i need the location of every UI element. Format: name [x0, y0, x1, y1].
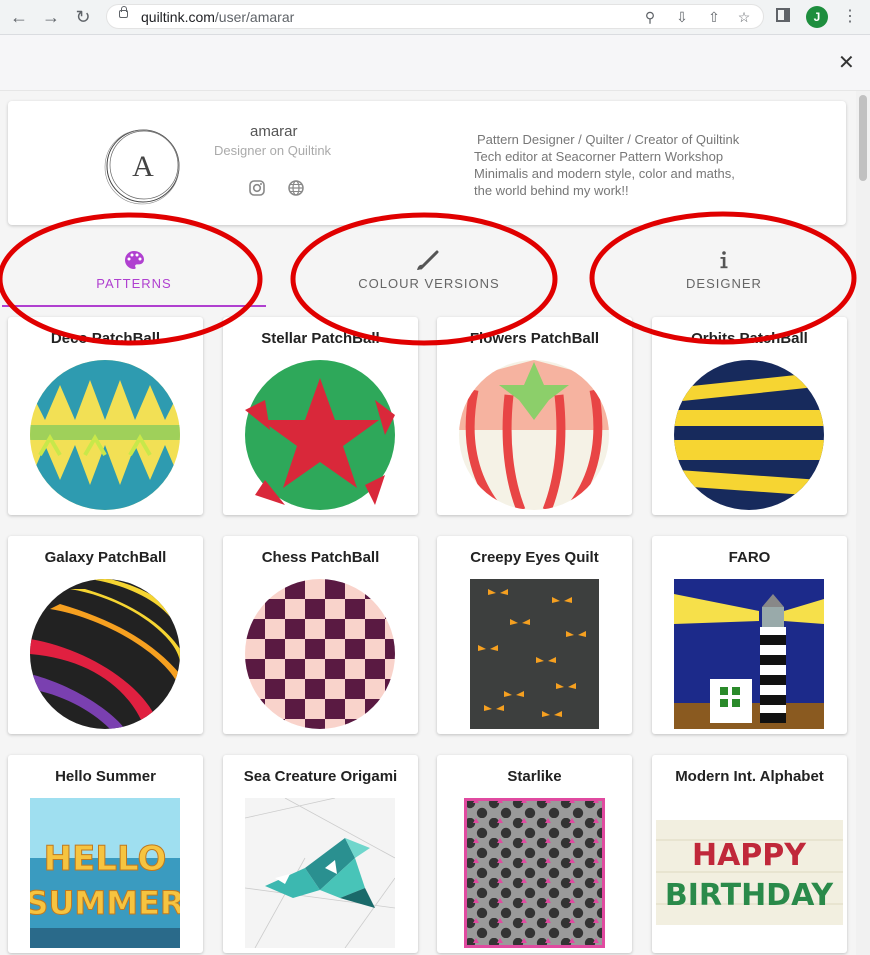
palette-icon — [125, 251, 144, 269]
pattern-thumbnail — [245, 360, 395, 510]
pattern-card[interactable]: Creepy Eyes Quilt — [437, 536, 632, 734]
profile-role: Designer on Quiltink — [214, 143, 332, 158]
profile-bio: Pattern Designer / Quilter / Creator of … — [474, 131, 794, 199]
pattern-thumbnail — [30, 579, 180, 729]
designer-logo: A — [104, 129, 180, 205]
pattern-title: Galaxy PatchBall — [44, 549, 167, 566]
reload-icon[interactable]: ↻ — [72, 6, 94, 28]
pattern-title: Deco PatchBall — [50, 330, 161, 347]
tab-label: PATTERNS — [96, 276, 172, 291]
side-panel-icon[interactable] — [776, 8, 790, 22]
art-text: BIRTHDAY — [665, 878, 835, 913]
scrollbar-thumb[interactable] — [859, 95, 867, 181]
bio-line: Minimalis and modern style, color and ma… — [474, 166, 735, 181]
pattern-card[interactable]: Stellar PatchBall — [223, 317, 418, 515]
art-text: HAPPY — [692, 838, 807, 873]
art-text: HELLO — [44, 839, 167, 879]
pattern-thumbnail — [30, 360, 180, 510]
url-text: quiltink.com/user/amarar — [141, 9, 295, 25]
bio-line: Tech editor at Seacorner Pattern Worksho… — [474, 149, 724, 164]
app-header: ✕ — [0, 35, 870, 91]
pattern-title: Creepy Eyes Quilt — [470, 549, 599, 566]
pattern-title: Sea Creature Origami — [243, 768, 398, 785]
pattern-card[interactable]: Sea Creature Origami — [223, 755, 418, 953]
pattern-thumbnail: HELLO SUMMER — [30, 798, 180, 948]
pattern-card[interactable]: Chess PatchBall — [223, 536, 418, 734]
page-content: A amarar Designer on Quiltink Pattern De… — [0, 91, 856, 955]
pattern-title: Stellar PatchBall — [261, 330, 380, 347]
pattern-thumbnail — [459, 360, 609, 510]
install-icon[interactable]: ⇩ — [673, 8, 691, 26]
scrollbar[interactable] — [856, 91, 870, 955]
bio-line: Pattern Designer / Quilter / Creator of … — [477, 132, 740, 147]
tab-colour-versions[interactable]: COLOUR VERSIONS — [297, 225, 561, 305]
pattern-thumbnail — [245, 579, 395, 729]
profile-avatar[interactable]: J — [806, 6, 828, 28]
pattern-card[interactable]: Modern Int. Alphabet HAPPY BIRTHDAY — [652, 755, 847, 953]
address-bar[interactable]: quiltink.com/user/amarar ⚲ ⇩ ⇧ ☆ — [106, 4, 764, 29]
pattern-card[interactable]: Hello Summer HELLO SUMMER — [8, 755, 203, 953]
pattern-title: Hello Summer — [55, 768, 156, 785]
profile-username: amarar — [250, 123, 298, 140]
brush-icon — [417, 250, 439, 270]
instagram-icon[interactable] — [248, 179, 266, 197]
menu-dots-icon[interactable]: ⋮ — [842, 6, 858, 28]
pattern-card[interactable]: FARO — [652, 536, 847, 734]
profile-card: A amarar Designer on Quiltink Pattern De… — [8, 101, 846, 225]
pattern-thumbnail — [245, 798, 395, 948]
pattern-card[interactable]: Starlike — [437, 755, 632, 953]
pattern-title: Modern Int. Alphabet — [675, 768, 824, 785]
info-icon — [720, 251, 728, 269]
star-icon[interactable]: ☆ — [735, 8, 753, 26]
pattern-title: Orbits PatchBall — [691, 330, 808, 347]
share-icon[interactable]: ⇧ — [705, 8, 723, 26]
pattern-title: FARO — [728, 549, 771, 566]
profile-tabs: PATTERNS COLOUR VERSIONS DESIGNER — [0, 225, 856, 307]
tab-designer[interactable]: DESIGNER — [592, 225, 856, 305]
lock-icon — [119, 6, 128, 18]
pattern-card[interactable]: Galaxy PatchBall — [8, 536, 203, 734]
pattern-card[interactable]: Flowers PatchBall — [437, 317, 632, 515]
tab-patterns[interactable]: PATTERNS — [2, 225, 266, 307]
pattern-thumbnail — [470, 579, 599, 729]
tab-label: COLOUR VERSIONS — [358, 276, 500, 291]
bio-line: the world behind my work!! — [474, 183, 629, 198]
back-arrow-icon[interactable]: ← — [8, 6, 30, 28]
pattern-card[interactable]: Deco PatchBall — [8, 317, 203, 515]
pattern-thumbnail — [674, 579, 824, 729]
svg-text:A: A — [132, 150, 154, 183]
pattern-title: Starlike — [507, 768, 562, 785]
pattern-card[interactable]: Orbits PatchBall — [652, 317, 847, 515]
tab-label: DESIGNER — [686, 276, 762, 291]
pattern-thumbnail — [464, 798, 605, 948]
art-text: SUMMER — [30, 884, 180, 922]
pattern-title: Flowers PatchBall — [469, 330, 600, 347]
close-icon[interactable]: ✕ — [838, 53, 855, 73]
pattern-thumbnail: HAPPY BIRTHDAY — [656, 820, 843, 925]
pattern-thumbnail — [674, 360, 824, 510]
globe-icon[interactable] — [287, 179, 305, 197]
key-icon[interactable]: ⚲ — [641, 8, 659, 26]
pattern-title: Chess PatchBall — [261, 549, 380, 566]
forward-arrow-icon[interactable]: → — [40, 6, 62, 28]
browser-toolbar: ← → ↻ quiltink.com/user/amarar ⚲ ⇩ ⇧ ☆ J… — [0, 0, 870, 35]
